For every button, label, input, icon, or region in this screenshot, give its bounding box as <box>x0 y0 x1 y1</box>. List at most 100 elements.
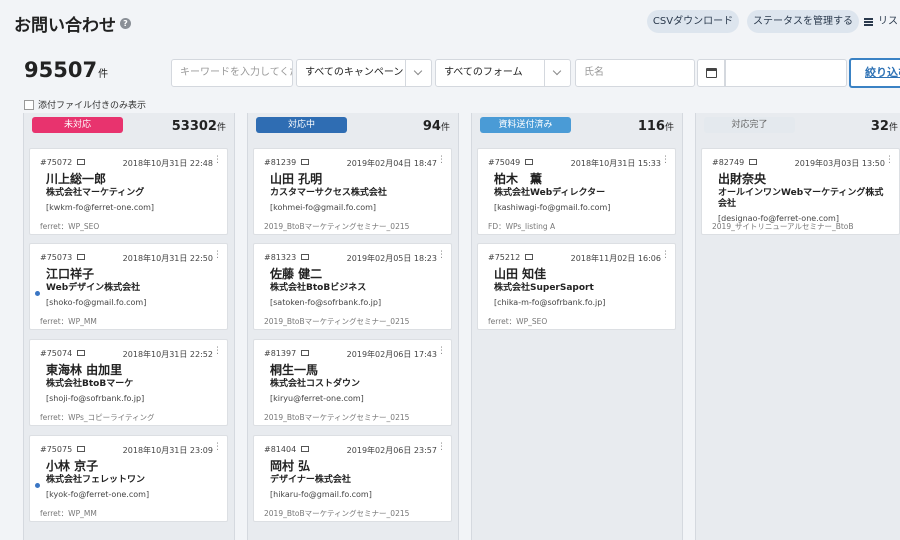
inquiry-id-text: #75072 <box>40 158 73 167</box>
inquiry-card[interactable]: #75212 2018年11月02日 16:06 ⋮ 山田 知佳 株式会社Sup… <box>477 243 676 330</box>
inquiry-date: 2019年02月06日 23:57 <box>346 446 437 455</box>
filter-submit-button[interactable]: 絞り込む <box>849 58 900 88</box>
company-name: Webデザイン株式会社 <box>46 283 141 293</box>
inquiry-id: #81397 <box>264 349 310 358</box>
company-name: 株式会社Webディレクター <box>494 188 606 198</box>
mail-icon <box>301 445 310 452</box>
list-icon <box>864 17 873 26</box>
more-vertical-icon[interactable]: ⋮ <box>213 443 222 452</box>
inquiry-id-text: #75075 <box>40 445 73 454</box>
inquiry-date: 2018年10月31日 23:09 <box>122 446 213 455</box>
page-title: お問い合わせ <box>14 16 116 36</box>
mail-icon <box>77 445 86 452</box>
mail-icon <box>77 349 86 356</box>
column-count-unit: 件 <box>440 123 450 133</box>
inquiry-id: #81404 <box>264 445 310 454</box>
inquiry-card[interactable]: #75049 2018年10月31日 15:33 ⋮ 柏木 薫 株式会社Webデ… <box>477 148 676 235</box>
inquiry-card[interactable]: #75072 2018年10月31日 22:48 ⋮ 川上総一郎 株式会社マーケ… <box>29 148 228 235</box>
inquiry-card[interactable]: #82749 2019年03月03日 13:50 ⋮ 出財奈央 オールインワンW… <box>701 148 900 235</box>
contact-email: [hikaru-fo@gmail.fo.com] <box>270 490 372 499</box>
inquiry-card[interactable]: #75073 2018年10月31日 22:50 ⋮ 江口祥子 Webデザイン株… <box>29 243 228 330</box>
inquiry-date: 2018年11月02日 16:06 <box>570 254 661 263</box>
column-count-unit: 件 <box>664 123 674 133</box>
inquiry-source: 2019_BtoBマーケティングセミナー_0215 <box>264 509 410 518</box>
mail-icon <box>77 158 86 165</box>
inquiry-source: ferret：WP_SEO <box>488 317 548 326</box>
help-icon[interactable]: ? <box>120 18 131 29</box>
column-count-unit: 件 <box>216 123 226 133</box>
inquiry-id-text: #81404 <box>264 445 297 454</box>
calendar-button[interactable] <box>697 59 725 87</box>
column-count-value: 94 <box>422 119 441 134</box>
list-view-link[interactable]: リスト <box>864 10 900 33</box>
manage-status-button[interactable]: ステータスを管理する <box>747 10 859 33</box>
contact-name: 佐藤 健二 <box>270 267 323 281</box>
inquiry-source: 2019_BtoBマーケティングセミナー_0215 <box>264 222 410 231</box>
company-name: 株式会社BtoBマーケ <box>46 379 134 389</box>
campaign-select[interactable]: すべてのキャンペーン <box>296 59 432 87</box>
inquiry-card[interactable]: #81397 2019年02月06日 17:43 ⋮ 桐生一馬 株式会社コストダ… <box>253 339 452 426</box>
inquiry-id-text: #82749 <box>712 158 745 167</box>
contact-email: [kohmei-fo@gmail.fo.com] <box>270 203 377 212</box>
contact-email: [kashiwagi-fo@gmail.fo.com] <box>494 203 611 212</box>
more-vertical-icon[interactable]: ⋮ <box>437 251 446 260</box>
contact-email: [chika-m-fo@sofrbank.fo.jp] <box>494 298 606 307</box>
inquiry-id: #75212 <box>488 253 534 262</box>
inquiry-date: 2018年10月31日 22:52 <box>122 350 213 359</box>
list-view-label: リスト <box>878 16 900 27</box>
date-input[interactable] <box>725 59 847 87</box>
more-vertical-icon[interactable]: ⋮ <box>661 156 670 165</box>
status-badge: 対応完了 <box>704 117 795 133</box>
inquiry-source: 2019_サイトリニューアルセミナー_BtoB <box>712 222 854 231</box>
csv-download-button[interactable]: CSVダウンロード <box>647 10 739 33</box>
inquiry-id-text: #75073 <box>40 253 73 262</box>
more-vertical-icon[interactable]: ⋮ <box>661 251 670 260</box>
inquiry-card[interactable]: #75074 2018年10月31日 22:52 ⋮ 東海林 由加里 株式会社B… <box>29 339 228 426</box>
chevron-down-icon <box>544 60 570 86</box>
inquiry-id-text: #81397 <box>264 349 297 358</box>
status-badge: 対応中 <box>256 117 347 133</box>
more-vertical-icon[interactable]: ⋮ <box>437 347 446 356</box>
inquiry-date: 2018年10月31日 15:33 <box>570 159 661 168</box>
column-header: 対応完了 32件 <box>696 113 900 141</box>
inquiry-id-text: #75074 <box>40 349 73 358</box>
contact-name: 山田 知佳 <box>494 267 547 281</box>
calendar-icon <box>706 68 717 78</box>
inquiry-source: ferret：WP_MM <box>40 317 97 326</box>
column-count: 94件 <box>423 119 450 134</box>
form-select[interactable]: すべてのフォーム <box>435 59 571 87</box>
attachment-checkbox[interactable] <box>24 99 34 110</box>
contact-name: 小林 京子 <box>46 459 99 473</box>
more-vertical-icon[interactable]: ⋮ <box>885 156 894 165</box>
inquiry-date: 2019年02月06日 17:43 <box>346 350 437 359</box>
company-name: デザイナー株式会社 <box>270 475 351 485</box>
keyword-search-input[interactable]: キーワードを入力してください <box>171 59 293 87</box>
mail-icon <box>77 253 86 260</box>
inquiry-date: 2018年10月31日 22:50 <box>122 254 213 263</box>
inquiry-source: ferret：WP_SEO <box>40 222 100 231</box>
inquiry-card[interactable]: #81404 2019年02月06日 23:57 ⋮ 岡村 弘 デザイナー株式会… <box>253 435 452 522</box>
name-input[interactable]: 氏名 <box>575 59 695 87</box>
inquiry-id: #75072 <box>40 158 86 167</box>
campaign-select-value: すべてのキャンペーン <box>305 67 404 78</box>
company-name: オールインワンWebマーケティング株式会社 <box>718 188 884 209</box>
total-count: 95507件 <box>24 58 108 82</box>
contact-name: 江口祥子 <box>46 267 95 281</box>
more-vertical-icon[interactable]: ⋮ <box>437 443 446 452</box>
inquiry-card[interactable]: #81323 2019年02月05日 18:23 ⋮ 佐藤 健二 株式会社Bto… <box>253 243 452 330</box>
inquiry-card[interactable]: #75075 2018年10月31日 23:09 ⋮ 小林 京子 株式会社フェレ… <box>29 435 228 522</box>
mail-icon <box>301 349 310 356</box>
company-name: 株式会社コストダウン <box>270 379 361 389</box>
attachment-filter[interactable]: 添付ファイル付きのみ表示 <box>24 98 146 111</box>
inquiry-source: FD：WPs_listing A <box>488 222 556 231</box>
inquiry-id-text: #75212 <box>488 253 521 262</box>
more-vertical-icon[interactable]: ⋮ <box>437 156 446 165</box>
inquiry-card[interactable]: #81239 2019年02月04日 18:47 ⋮ 山田 孔明 カスタマーサク… <box>253 148 452 235</box>
more-vertical-icon[interactable]: ⋮ <box>213 251 222 260</box>
company-name: 株式会社SuperSaport <box>494 283 594 293</box>
more-vertical-icon[interactable]: ⋮ <box>213 156 222 165</box>
status-column: 対応完了 32件 #82749 2019年03月03日 13:50 ⋮ 出財奈央… <box>695 113 900 540</box>
contact-email: [shoko-fo@gmail.fo.com] <box>46 298 147 307</box>
company-name: カスタマーサクセス株式会社 <box>270 188 387 198</box>
more-vertical-icon[interactable]: ⋮ <box>213 347 222 356</box>
